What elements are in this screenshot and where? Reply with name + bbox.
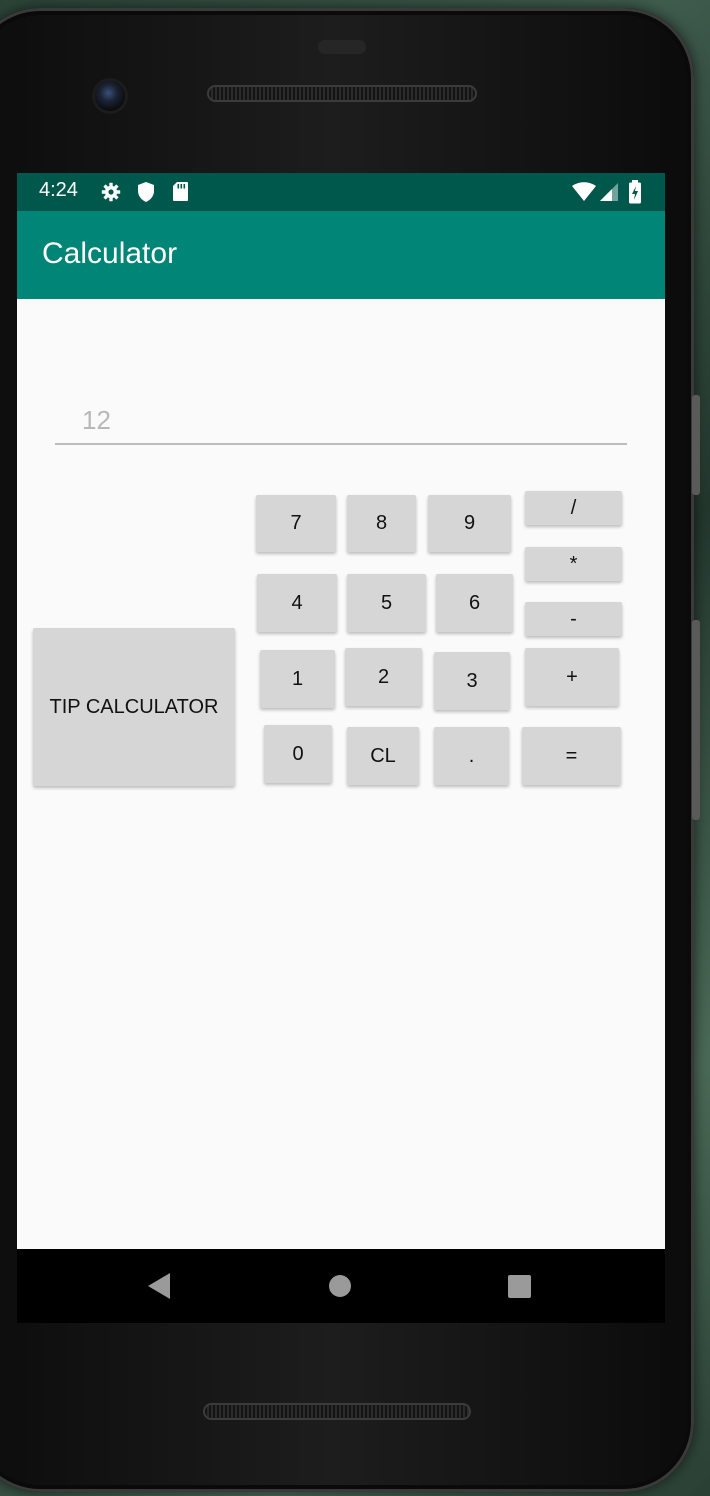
shield-icon (138, 182, 154, 202)
digit-6-button[interactable]: 6 (436, 574, 513, 632)
wifi-icon (572, 182, 596, 201)
earpiece-speaker (207, 85, 477, 102)
front-camera-icon (95, 81, 125, 111)
tip-calculator-button[interactable]: TIP CALCULATOR (33, 628, 235, 786)
clear-button[interactable]: CL (347, 727, 419, 785)
digit-4-button[interactable]: 4 (257, 574, 337, 632)
digit-2-button[interactable]: 2 (345, 648, 422, 706)
proximity-sensor (318, 40, 366, 54)
status-time: 4:24 (39, 179, 78, 201)
decimal-point-button[interactable]: . (434, 727, 509, 785)
sd-card-icon (173, 182, 188, 201)
digit-0-button[interactable]: 0 (264, 725, 332, 783)
digit-1-button[interactable]: 1 (260, 650, 335, 708)
bottom-speaker (203, 1403, 471, 1420)
display-field[interactable]: 12 (55, 403, 627, 445)
digit-5-button[interactable]: 5 (347, 574, 426, 632)
volume-button (692, 620, 700, 820)
equals-button[interactable]: = (522, 727, 621, 785)
power-button (692, 395, 700, 495)
gear-icon (101, 182, 121, 202)
status-bar: 4:24 (17, 173, 665, 211)
signal-icon (600, 183, 618, 201)
minus-button[interactable]: - (525, 602, 622, 636)
digit-3-button[interactable]: 3 (434, 652, 510, 710)
digit-7-button[interactable]: 7 (256, 495, 336, 552)
battery-charging-icon (629, 180, 641, 204)
digit-9-button[interactable]: 9 (428, 495, 511, 552)
display-value: 12 (82, 405, 111, 435)
divide-button[interactable]: / (525, 491, 622, 525)
screen: 4:24 Calculator 12 TIP CALCULATOR 7 8 9 … (17, 173, 665, 1249)
multiply-button[interactable]: * (525, 547, 622, 581)
recents-icon[interactable] (508, 1275, 531, 1298)
back-icon[interactable] (148, 1273, 170, 1299)
home-icon[interactable] (329, 1275, 351, 1297)
app-title: Calculator (42, 237, 178, 270)
plus-button[interactable]: + (525, 648, 619, 706)
digit-8-button[interactable]: 8 (347, 495, 416, 552)
